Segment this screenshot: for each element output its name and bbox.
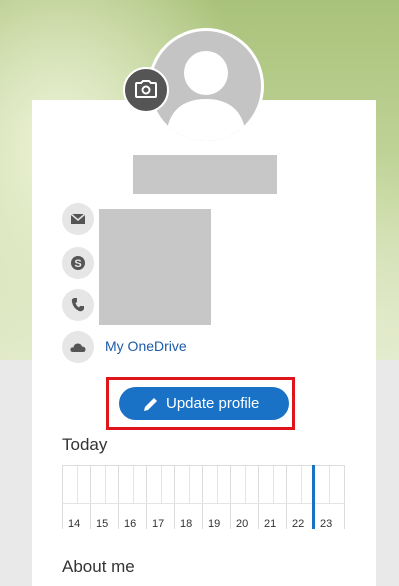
calendar-day-column: 17 bbox=[146, 465, 174, 530]
calendar-day-label: 18 bbox=[180, 518, 193, 530]
about-me-heading: About me bbox=[62, 557, 135, 576]
mail-icon bbox=[70, 213, 86, 224]
calendar-day-column: 22 bbox=[286, 465, 314, 530]
phone-icon bbox=[71, 298, 84, 312]
calendar-day-label: 17 bbox=[152, 518, 165, 530]
calendar-day-column: 14 bbox=[62, 465, 90, 530]
skype-icon: S bbox=[71, 256, 85, 270]
calendar-day-column: 20 bbox=[230, 465, 258, 530]
calendar-day-column-current: 23 bbox=[314, 465, 344, 530]
calendar-day-column: 15 bbox=[90, 465, 118, 530]
calendar-day-column: 19 bbox=[202, 465, 230, 530]
pencil-icon bbox=[144, 398, 157, 411]
calendar-day-label: 15 bbox=[96, 518, 109, 530]
skype-icon-circle: S bbox=[62, 247, 94, 279]
update-profile-button[interactable]: Update profile bbox=[119, 387, 289, 420]
calendar-day-label: 19 bbox=[208, 518, 221, 530]
today-heading: Today bbox=[62, 435, 108, 454]
calendar-day-label: 22 bbox=[292, 518, 305, 530]
my-onedrive-link[interactable]: My OneDrive bbox=[105, 338, 187, 354]
contact-details-redacted bbox=[99, 209, 211, 325]
onedrive-icon-circle bbox=[62, 331, 94, 363]
calendar-day-label: 14 bbox=[68, 518, 81, 530]
cloud-icon bbox=[70, 343, 86, 352]
calendar-day-label: 16 bbox=[124, 518, 137, 530]
calendar-divider bbox=[62, 503, 345, 504]
camera-icon bbox=[135, 80, 157, 98]
phone-icon-circle bbox=[62, 289, 94, 321]
calendar-day-column: 16 bbox=[118, 465, 146, 530]
profile-name-redacted bbox=[133, 155, 277, 194]
svg-text:S: S bbox=[74, 258, 81, 270]
calendar-day-label: 23 bbox=[320, 518, 333, 530]
calendar-day-label: 20 bbox=[236, 518, 249, 530]
calendar-day-label: 21 bbox=[264, 518, 277, 530]
change-photo-button[interactable] bbox=[123, 67, 169, 113]
calendar-right-border bbox=[344, 465, 345, 529]
current-time-marker bbox=[312, 465, 315, 529]
update-profile-label: Update profile bbox=[166, 395, 260, 412]
calendar-day-column: 18 bbox=[174, 465, 202, 530]
calendar-day-column: 21 bbox=[258, 465, 286, 530]
today-calendar[interactable]: 14 15 16 17 18 19 20 21 22 23 bbox=[62, 465, 345, 530]
email-icon-circle bbox=[62, 203, 94, 235]
